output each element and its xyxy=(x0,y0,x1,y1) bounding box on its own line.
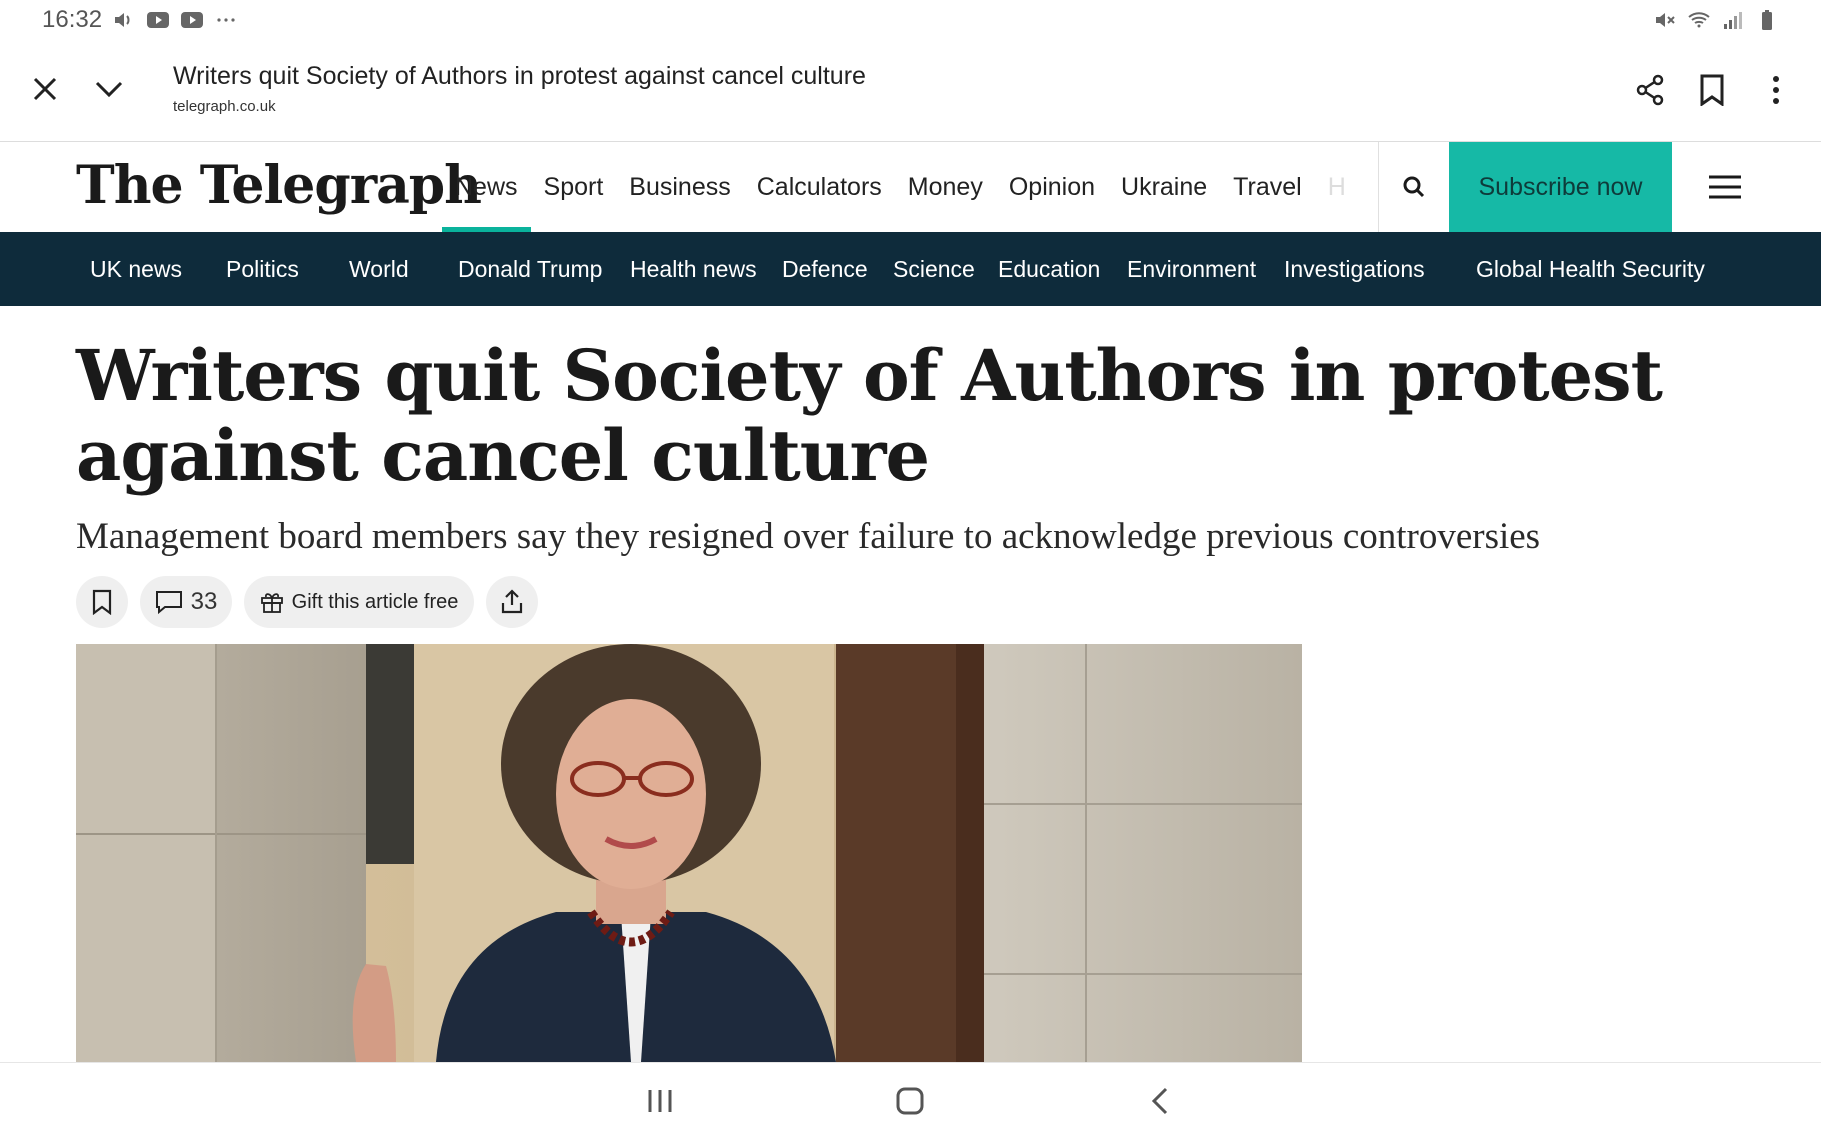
telegraph-logo[interactable]: The Telegraph xyxy=(76,155,482,216)
mute-icon xyxy=(1656,13,1675,27)
signal-icon xyxy=(1724,12,1742,29)
subnav-item-science[interactable]: Science xyxy=(893,232,975,306)
bookmark-button[interactable] xyxy=(1690,68,1734,112)
home-button[interactable] xyxy=(886,1079,934,1123)
subnav-item-environment[interactable]: Environment xyxy=(1127,232,1256,306)
tab-page-url: telegraph.co.uk xyxy=(173,98,276,115)
close-icon xyxy=(33,77,57,101)
nav-item-news[interactable]: News xyxy=(442,142,531,232)
minimize-tab-button[interactable] xyxy=(88,68,130,110)
main-nav-items: News Sport Business Calculators Money Op… xyxy=(442,142,1359,232)
search-button[interactable] xyxy=(1380,142,1448,232)
subscribe-button[interactable]: Subscribe now xyxy=(1449,142,1672,232)
youtube-icon xyxy=(147,12,169,28)
subnav-item-donald-trump[interactable]: Donald Trump xyxy=(458,232,602,306)
subnav-item-uk-news[interactable]: UK news xyxy=(90,232,182,306)
nav-item-money[interactable]: Money xyxy=(895,142,996,232)
nav-item-sport[interactable]: Sport xyxy=(531,142,617,232)
battery-icon xyxy=(1762,10,1772,30)
section-subnav: UK news Politics World Donald Trump Heal… xyxy=(0,232,1821,306)
more-dots-icon xyxy=(217,18,235,22)
subnav-item-investigations[interactable]: Investigations xyxy=(1284,232,1425,306)
nav-item-truncated[interactable]: H xyxy=(1315,142,1359,232)
comment-count: 33 xyxy=(190,588,218,615)
subnav-item-health-news[interactable]: Health news xyxy=(630,232,757,306)
bookmark-icon xyxy=(1700,74,1724,106)
article-hero-image xyxy=(76,644,1302,1062)
hero-photo-illustration xyxy=(76,644,1302,1062)
share-icon xyxy=(1636,74,1664,106)
subnav-item-world[interactable]: World xyxy=(349,232,409,306)
comment-icon xyxy=(155,591,182,615)
recent-apps-icon xyxy=(648,1090,672,1112)
save-article-button[interactable] xyxy=(76,576,128,628)
gift-article-button[interactable]: Gift this article free xyxy=(244,576,474,628)
nav-item-opinion[interactable]: Opinion xyxy=(996,142,1108,232)
share-article-button[interactable] xyxy=(486,576,538,628)
nav-item-calculators[interactable]: Calculators xyxy=(744,142,895,232)
volume-icon xyxy=(115,13,130,27)
browser-tab-bar: Writers quit Society of Authors in prote… xyxy=(0,40,1821,142)
hamburger-menu-icon xyxy=(1709,175,1741,199)
hamburger-menu-button[interactable] xyxy=(1690,142,1760,232)
nav-item-travel[interactable]: Travel xyxy=(1220,142,1315,232)
back-chevron-icon xyxy=(1151,1087,1168,1115)
upload-share-icon xyxy=(501,589,523,614)
article-actions: 33 Gift this article free xyxy=(76,576,538,628)
nav-divider xyxy=(1378,142,1379,232)
youtube-icon xyxy=(181,12,203,28)
subnav-item-education[interactable]: Education xyxy=(998,232,1100,306)
more-options-button[interactable] xyxy=(1754,68,1798,112)
share-button[interactable] xyxy=(1628,68,1672,112)
close-tab-button[interactable] xyxy=(24,68,66,110)
main-navigation: The Telegraph News Sport Business Calcul… xyxy=(0,142,1821,232)
nav-item-business[interactable]: Business xyxy=(616,142,743,232)
bookmark-icon xyxy=(92,589,112,615)
status-time: 16:32 xyxy=(42,6,103,33)
gift-article-label: Gift this article free xyxy=(291,590,459,613)
home-icon xyxy=(896,1087,924,1115)
recent-apps-button[interactable] xyxy=(636,1079,684,1123)
subnav-item-defence[interactable]: Defence xyxy=(782,232,868,306)
subnav-item-global-health-security[interactable]: Global Health Security xyxy=(1476,232,1705,306)
nav-item-ukraine[interactable]: Ukraine xyxy=(1108,142,1220,232)
back-button[interactable] xyxy=(1136,1079,1184,1123)
status-bar: 16:32 xyxy=(0,0,1821,40)
wifi-icon xyxy=(1688,12,1710,28)
comments-button[interactable]: 33 xyxy=(140,576,232,628)
tab-page-title: Writers quit Society of Authors in prote… xyxy=(173,62,866,90)
status-right-icons xyxy=(1653,8,1779,32)
gift-icon xyxy=(260,593,283,613)
status-left-icons xyxy=(112,8,238,32)
article-standfirst: Management board members say they resign… xyxy=(76,516,1541,557)
more-vertical-icon xyxy=(1773,76,1779,104)
chevron-down-icon xyxy=(95,81,123,98)
subnav-item-politics[interactable]: Politics xyxy=(226,232,299,306)
search-icon xyxy=(1403,176,1425,198)
article-headline: Writers quit Society of Authors in prote… xyxy=(76,334,1663,497)
system-navigation-bar xyxy=(0,1062,1821,1138)
